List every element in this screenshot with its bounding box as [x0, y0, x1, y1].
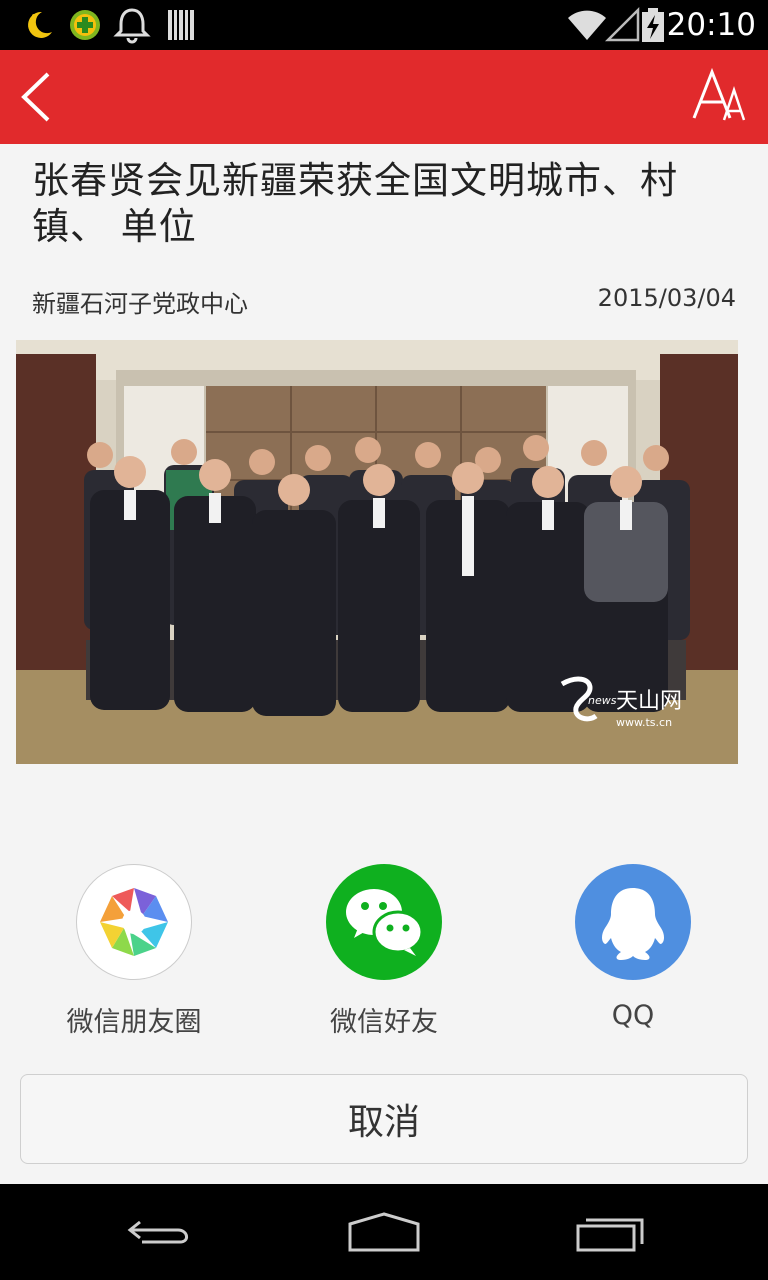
- qq-icon: [575, 864, 691, 980]
- back-nav-button[interactable]: [122, 1208, 198, 1256]
- share-moments-label: 微信朋友圈: [66, 1007, 202, 1038]
- share-qq-label: QQ: [611, 1000, 655, 1031]
- moon-icon: [28, 11, 52, 38]
- wechat-icon: [326, 864, 442, 980]
- barcode-icon: [168, 10, 194, 40]
- battery-charging-icon: [642, 8, 664, 42]
- system-nav-bar: [0, 1184, 768, 1280]
- share-wechat-label: 微信好友: [330, 1007, 438, 1038]
- back-button[interactable]: [12, 68, 62, 126]
- cancel-button[interactable]: 取消: [20, 1074, 748, 1164]
- share-qq-button[interactable]: QQ: [543, 864, 723, 1044]
- article-date: 2015/03/04: [597, 284, 736, 312]
- chevron-left-icon: [21, 72, 50, 122]
- home-nav-icon: [348, 1212, 420, 1252]
- article-source: 新疆石河子党政中心: [32, 290, 248, 318]
- wifi-icon: [568, 10, 606, 40]
- article-photo[interactable]: news 天山网 www.ts.cn: [16, 340, 738, 764]
- home-nav-button[interactable]: [346, 1208, 422, 1256]
- watermark-url: www.ts.cn: [616, 716, 672, 729]
- share-wechat-button[interactable]: 微信好友: [294, 864, 474, 1044]
- watermark-sub: news: [588, 694, 617, 707]
- app-plus-icon: [70, 10, 100, 40]
- group-photo: news 天山网 www.ts.cn: [16, 340, 738, 764]
- share-sheet: 微信朋友圈 微信好友 QQ 取消: [0, 774, 768, 1184]
- article: 张春贤会见新疆荣获全国文明城市、村镇、 单位 新疆石河子党政中心 2015/03…: [0, 144, 768, 774]
- top-app-bar: [0, 50, 768, 144]
- font-size-icon: [692, 68, 746, 121]
- status-bar: 20:10: [0, 0, 768, 50]
- recents-nav-button[interactable]: [574, 1208, 650, 1256]
- share-moments-button[interactable]: 微信朋友圈: [44, 864, 224, 1044]
- moments-icon: [76, 864, 192, 980]
- font-size-button[interactable]: [690, 68, 750, 126]
- recents-nav-icon: [576, 1218, 644, 1252]
- back-nav-icon: [127, 1220, 188, 1244]
- bell-icon: [113, 8, 151, 44]
- watermark-brand: 天山网: [616, 689, 682, 714]
- status-time: 20:10: [666, 7, 756, 43]
- article-title: 张春贤会见新疆荣获全国文明城市、村镇、 单位: [32, 159, 678, 248]
